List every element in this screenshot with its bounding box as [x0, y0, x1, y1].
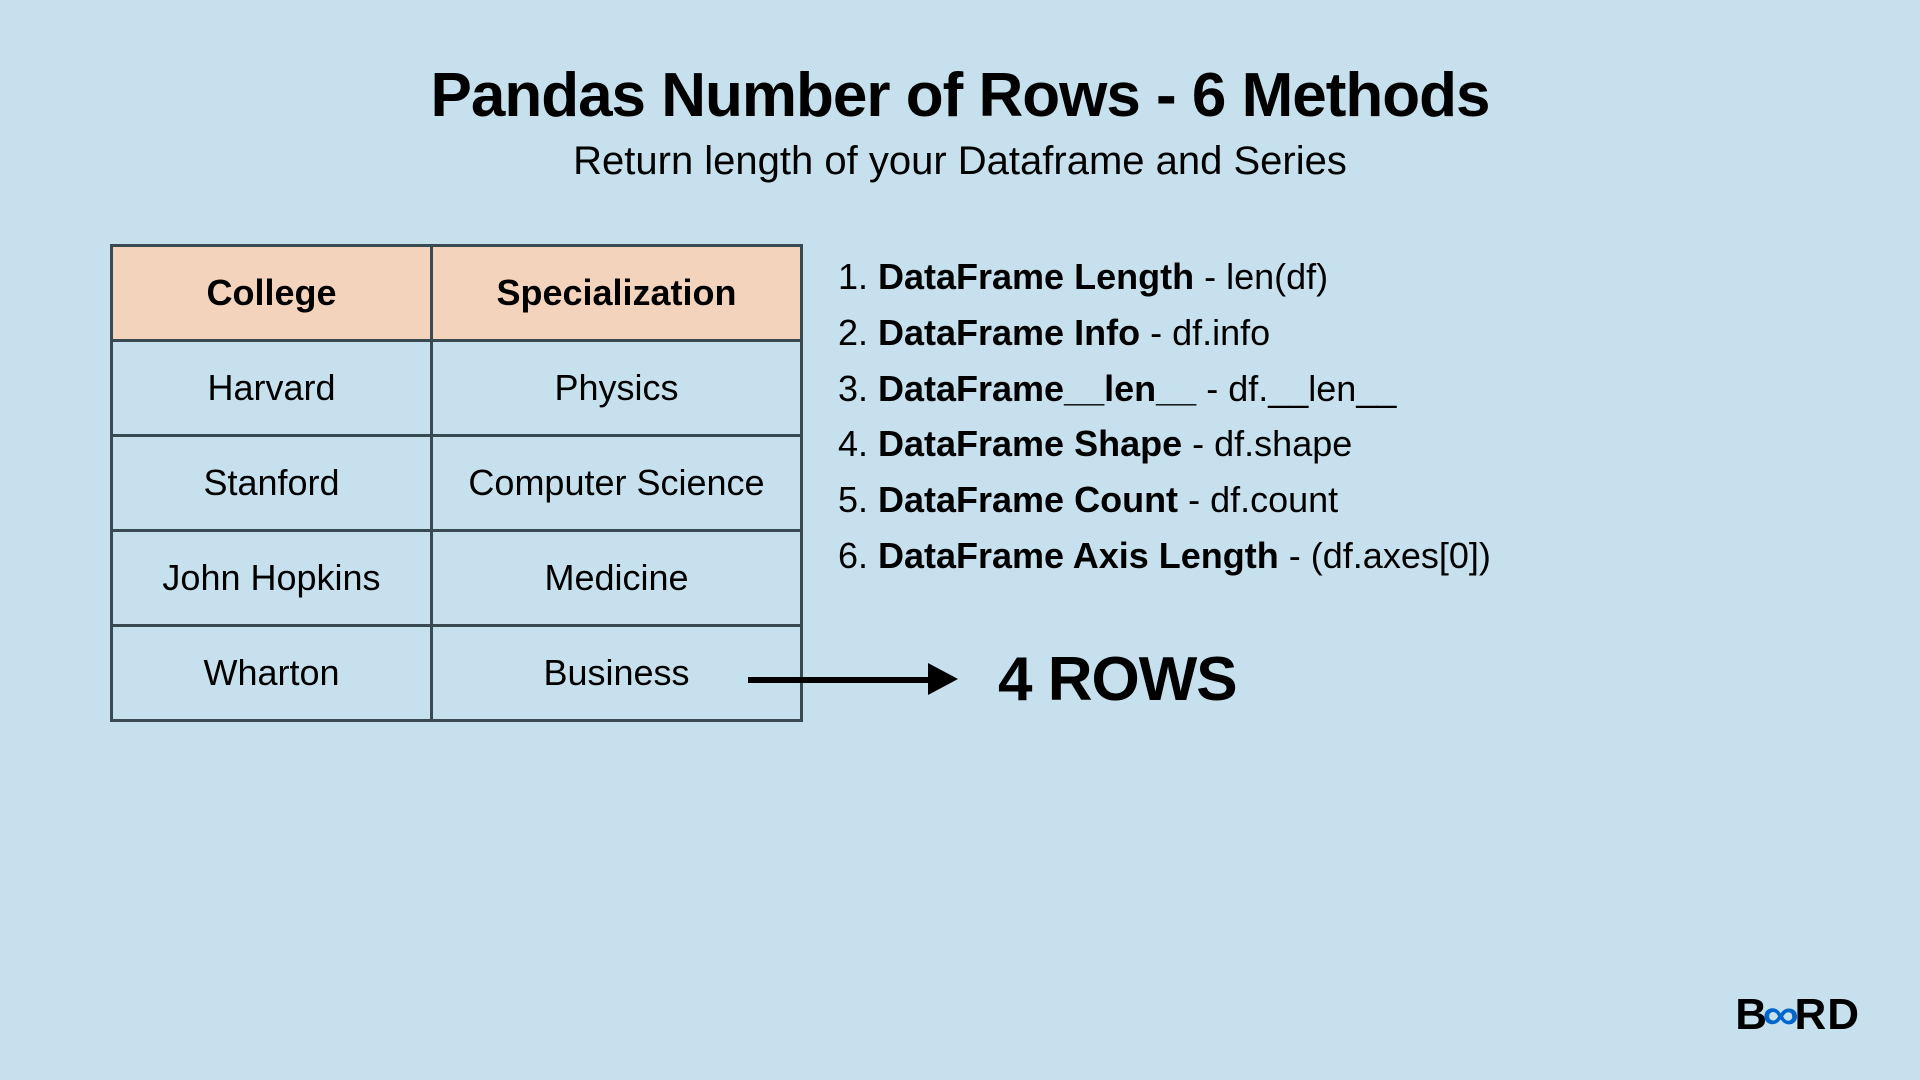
method-name: DataFrame Shape: [878, 423, 1182, 464]
page-title: Pandas Number of Rows - 6 Methods: [0, 60, 1920, 131]
table-header-row: College Specialization: [112, 246, 802, 341]
dataframe-table-container: College Specialization Harvard Physics S…: [110, 244, 803, 722]
method-code: - df.__len__: [1206, 368, 1396, 409]
method-item: DataFrame Axis Length - (df.axes[0]): [838, 528, 1491, 584]
method-name: DataFrame Info: [878, 312, 1140, 353]
arrow-line: [748, 677, 933, 683]
method-name: DataFrame Length: [878, 256, 1194, 297]
page-subtitle: Return length of your Dataframe and Seri…: [0, 139, 1920, 184]
method-item: DataFrame__len__ - df.__len__: [838, 361, 1491, 417]
content-area: College Specialization Harvard Physics S…: [0, 184, 1920, 722]
method-code: - df.info: [1150, 312, 1270, 353]
method-item: DataFrame Info - df.info: [838, 305, 1491, 361]
table-header-college: College: [112, 246, 432, 341]
method-code: - df.count: [1188, 479, 1338, 520]
methods-list: DataFrame Length - len(df) DataFrame Inf…: [838, 249, 1491, 584]
method-name: DataFrame Count: [878, 479, 1178, 520]
table-row: John Hopkins Medicine: [112, 531, 802, 626]
method-item: DataFrame Length - len(df): [838, 249, 1491, 305]
method-item: DataFrame Shape - df.shape: [838, 416, 1491, 472]
table-cell: Stanford: [112, 436, 432, 531]
board-logo: B∞RD: [1735, 990, 1860, 1040]
method-code: - (df.axes[0]): [1289, 535, 1491, 576]
method-name: DataFrame Axis Length: [878, 535, 1279, 576]
header: Pandas Number of Rows - 6 Methods Return…: [0, 0, 1920, 184]
table-cell: Computer Science: [432, 436, 802, 531]
table-cell: John Hopkins: [112, 531, 432, 626]
method-code: - len(df): [1204, 256, 1328, 297]
method-name: DataFrame__len__: [878, 368, 1196, 409]
table-cell: Medicine: [432, 531, 802, 626]
infinity-icon: ∞: [1763, 990, 1800, 1040]
result-text: 4 ROWS: [998, 644, 1237, 715]
logo-part3: RD: [1794, 990, 1860, 1040]
method-item: DataFrame Count - df.count: [838, 472, 1491, 528]
arrow-head: [928, 663, 958, 695]
table-row: Stanford Computer Science: [112, 436, 802, 531]
arrow-result-container: 4 ROWS: [748, 644, 1491, 715]
method-code: - df.shape: [1192, 423, 1352, 464]
table-cell: Business: [432, 626, 802, 721]
dataframe-table: College Specialization Harvard Physics S…: [110, 244, 803, 722]
table-row: Harvard Physics: [112, 341, 802, 436]
arrow-icon: [748, 659, 958, 699]
table-cell: Physics: [432, 341, 802, 436]
table-header-specialization: Specialization: [432, 246, 802, 341]
table-cell: Wharton: [112, 626, 432, 721]
table-cell: Harvard: [112, 341, 432, 436]
table-row: Wharton Business: [112, 626, 802, 721]
methods-container: DataFrame Length - len(df) DataFrame Inf…: [838, 244, 1491, 722]
